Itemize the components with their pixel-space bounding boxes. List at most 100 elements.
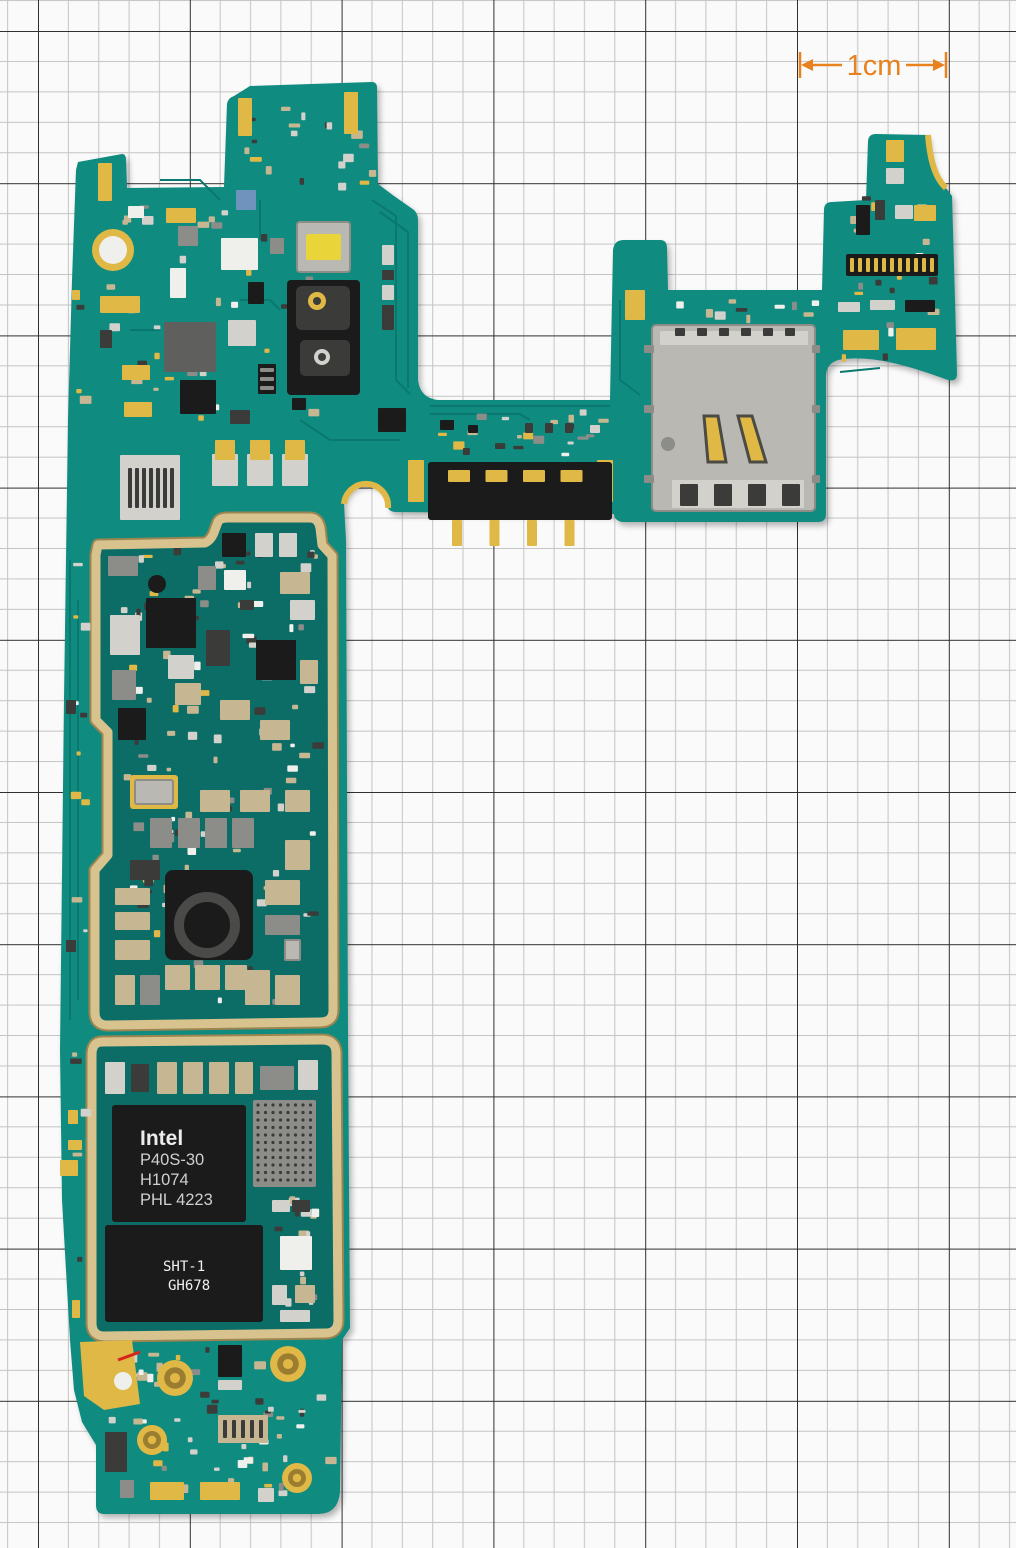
smd-component	[135, 686, 143, 694]
smd-component	[183, 1062, 203, 1094]
smd-component	[146, 697, 152, 703]
sim-contact-slot	[675, 328, 685, 336]
smd-component	[290, 130, 298, 137]
smd-component	[224, 570, 246, 590]
smd-component	[298, 1060, 318, 1090]
smd-component	[300, 660, 318, 684]
connector-finger	[898, 258, 902, 272]
solder-ball	[286, 1103, 290, 1107]
smd-component	[326, 122, 333, 130]
memory-chip: SHT-1 GH678	[105, 1225, 263, 1322]
baseband-chip: Intel P40S-30 H1074 PHL 4223	[112, 1105, 246, 1222]
smd-component	[270, 238, 284, 254]
smd-component	[307, 551, 315, 558]
sim-contact-slot	[741, 328, 751, 336]
smd-component	[265, 915, 300, 935]
solder-ball	[308, 1170, 313, 1175]
connector-finger	[858, 258, 862, 272]
contact-pad	[914, 205, 936, 221]
sim-clip	[644, 475, 654, 483]
smd-component	[260, 1066, 294, 1090]
solder-ball	[271, 1103, 275, 1107]
connector-finger	[922, 258, 926, 272]
smd-component	[523, 432, 534, 440]
solder-ball	[263, 1125, 268, 1130]
solder-ball	[293, 1148, 298, 1152]
smd-component	[875, 200, 885, 220]
smd-component	[803, 312, 814, 317]
solder-ball	[286, 1155, 290, 1160]
smd-component	[255, 1398, 264, 1405]
sim-clip	[812, 405, 820, 413]
smd-component	[80, 1108, 92, 1117]
smd-component	[76, 751, 81, 756]
solder-ball	[308, 1118, 313, 1122]
smd-component	[232, 818, 254, 848]
smd-component	[209, 1062, 229, 1094]
smd-component	[774, 304, 785, 309]
smd-component	[154, 352, 160, 360]
smd-component	[161, 1465, 167, 1471]
smd-component	[287, 765, 298, 772]
smd-component	[735, 308, 748, 312]
white-component	[280, 1236, 312, 1270]
sim-tray-cutout	[714, 484, 732, 506]
smd-component	[77, 1256, 83, 1262]
smd-component	[157, 1062, 177, 1094]
solder-ball	[286, 1170, 290, 1175]
smd-component	[115, 975, 135, 1005]
smd-component	[284, 939, 301, 961]
sim-clip	[644, 405, 654, 413]
sim-contact-slot	[785, 328, 795, 336]
smd-component	[200, 790, 230, 812]
solder-ball	[301, 1125, 305, 1130]
solder-ball	[286, 1125, 290, 1130]
memory-chip-marking-1: SHT-1	[163, 1259, 205, 1275]
smd-component	[264, 348, 270, 353]
solder-ball	[263, 1133, 268, 1137]
smd-component	[275, 975, 300, 1005]
smd-component	[195, 965, 220, 990]
smd-component	[338, 161, 346, 169]
solder-ball	[278, 1140, 283, 1145]
smd-component	[66, 700, 76, 714]
smd-component	[228, 320, 256, 346]
smd-component	[179, 255, 187, 264]
solder-ball	[263, 1118, 268, 1122]
smd-component	[854, 291, 864, 295]
smd-component	[888, 327, 894, 337]
smd-component	[279, 533, 297, 557]
smd-component	[296, 1424, 305, 1429]
solder-ball	[256, 1133, 260, 1137]
smd-component	[115, 940, 150, 960]
smd-component	[172, 705, 179, 713]
smd-component	[811, 300, 820, 306]
solder-ball	[271, 1118, 275, 1122]
smd-component	[79, 395, 92, 404]
solder-ball	[286, 1178, 290, 1182]
smd-component	[922, 238, 930, 245]
smd-component	[265, 166, 272, 175]
smd-component	[258, 1488, 274, 1502]
smd-component	[235, 560, 245, 565]
smd-component	[120, 607, 128, 614]
smd-component	[886, 322, 894, 328]
small-ic	[256, 640, 296, 680]
smd-component	[211, 1399, 219, 1404]
smd-component	[382, 270, 394, 280]
solder-ball	[308, 1163, 313, 1167]
smd-component	[462, 448, 470, 455]
smd-component	[290, 600, 315, 620]
contact-pad	[215, 440, 235, 460]
smd-component	[870, 300, 895, 310]
smd-component	[208, 216, 215, 223]
smd-component	[148, 1352, 160, 1357]
smd-component	[76, 304, 85, 310]
smd-component	[235, 1062, 253, 1094]
smd-component	[72, 1052, 78, 1057]
connector-pin	[142, 468, 146, 508]
contact-pad	[122, 365, 150, 380]
smd-component	[278, 1490, 288, 1497]
solder-ball	[308, 1155, 313, 1160]
smd-component	[105, 1062, 125, 1094]
